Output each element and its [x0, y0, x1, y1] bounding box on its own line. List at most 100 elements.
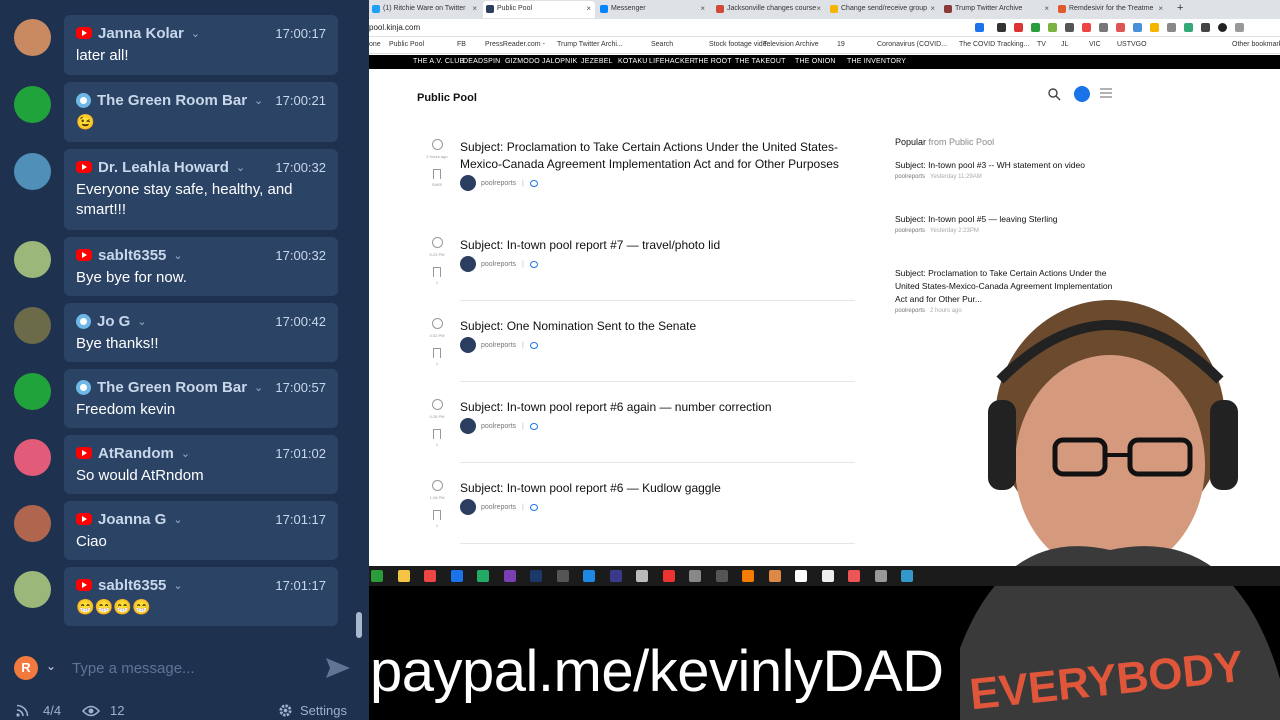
taskbar-app-icon[interactable]: [530, 570, 542, 582]
close-icon[interactable]: ×: [700, 4, 705, 13]
username[interactable]: sablt6355: [98, 247, 166, 264]
chevron-down-icon[interactable]: ⌄: [173, 579, 182, 592]
taskbar-app-icon[interactable]: [556, 570, 569, 582]
network-nav-link[interactable]: LIFEHACKER: [649, 58, 695, 65]
taskbar-app-icon[interactable]: [450, 570, 463, 582]
username[interactable]: sablt6355: [98, 577, 166, 594]
hamburger-menu-icon[interactable]: [1100, 87, 1112, 99]
avatar[interactable]: [14, 571, 51, 608]
browser-tab[interactable]: (1) Ritchie Ware on Twitter ×: [369, 1, 481, 18]
post-author[interactable]: poolreports: [481, 423, 516, 430]
close-icon[interactable]: ×: [1044, 4, 1049, 13]
browser-tab[interactable]: Messenger ×: [597, 1, 709, 18]
taskbar-app-icon[interactable]: [503, 570, 516, 582]
bookmark-item[interactable]: USTVGO: [1117, 41, 1147, 48]
post-title[interactable]: Subject: In-town pool report #7 — travel…: [460, 237, 860, 254]
taskbar-app-icon[interactable]: [583, 570, 595, 582]
post-author[interactable]: poolreports: [481, 342, 516, 349]
url-text[interactable]: pool.kinja.com: [369, 23, 420, 32]
comment-icon[interactable]: [529, 179, 538, 187]
avatar[interactable]: [14, 439, 51, 476]
extension-icon[interactable]: [1082, 23, 1091, 32]
browser-tab[interactable]: Public Pool ×: [483, 1, 595, 18]
bookmark-item[interactable]: Coronavirus (COVID...: [877, 41, 947, 48]
network-nav-link[interactable]: GIZMODO: [505, 58, 540, 65]
bookmark-item[interactable]: VIC: [1089, 41, 1101, 48]
bookmark-icon[interactable]: [433, 169, 441, 179]
extension-icon[interactable]: [1065, 23, 1074, 32]
network-nav-link[interactable]: JALOPNIK: [542, 58, 577, 65]
author-avatar[interactable]: [460, 499, 476, 515]
comment-icon[interactable]: [529, 503, 538, 511]
bookmark-icon[interactable]: [433, 510, 441, 520]
avatar[interactable]: [14, 307, 51, 344]
bookmark-item[interactable]: FB: [457, 41, 466, 48]
post-author[interactable]: poolreports: [481, 504, 516, 511]
taskbar-app-icon[interactable]: [689, 570, 701, 582]
bookmark-icon[interactable]: [433, 429, 441, 439]
avatar[interactable]: [14, 86, 51, 123]
network-nav-link[interactable]: JEZEBEL: [581, 58, 613, 65]
comment-icon[interactable]: [529, 341, 538, 349]
chevron-down-icon[interactable]: ⌄: [137, 315, 146, 328]
popular-title[interactable]: Subject: In-town pool #5 — leaving Sterl…: [895, 213, 1120, 226]
close-icon[interactable]: ×: [472, 4, 477, 13]
close-icon[interactable]: ×: [586, 4, 591, 13]
network-nav-link[interactable]: DEADSPIN: [463, 58, 500, 65]
chat-scrollbar-thumb[interactable]: [356, 612, 362, 638]
browser-tab[interactable]: Jacksonville changes course ×: [713, 1, 825, 18]
browser-tab[interactable]: Remdesivir for the Treatme ×: [1055, 1, 1167, 18]
network-nav-link[interactable]: KOTAKU: [618, 58, 647, 65]
chevron-down-icon[interactable]: ⌄: [173, 513, 182, 526]
close-icon[interactable]: ×: [1158, 4, 1163, 13]
settings-button[interactable]: Settings: [278, 703, 347, 718]
taskbar-app-icon[interactable]: [609, 570, 622, 582]
taskbar-app-icon[interactable]: [371, 570, 383, 582]
bookmark-item[interactable]: Search: [651, 41, 673, 48]
browser-tab[interactable]: Trump Twitter Archive ×: [941, 1, 1053, 18]
popular-title[interactable]: Subject: In-town pool #3 -- WH statement…: [895, 159, 1120, 172]
bookmark-item[interactable]: one: [369, 41, 381, 48]
taskbar-app-icon[interactable]: [795, 570, 807, 582]
bookmark-icon[interactable]: [433, 348, 441, 358]
extension-icon[interactable]: [1031, 23, 1040, 32]
post-title[interactable]: Subject: Proclamation to Take Certain Ac…: [460, 139, 860, 173]
send-icon[interactable]: [324, 656, 352, 680]
chevron-down-icon[interactable]: ⌄: [181, 447, 190, 460]
extension-icon[interactable]: [1150, 23, 1159, 32]
chevron-down-icon[interactable]: ⌄: [46, 659, 56, 673]
bookmark-item[interactable]: TV: [1037, 41, 1046, 48]
chevron-down-icon[interactable]: ⌄: [173, 249, 182, 262]
author-avatar[interactable]: [460, 418, 476, 434]
post-title[interactable]: Subject: In-town pool report #6 again — …: [460, 399, 860, 416]
bookmark-icon[interactable]: [433, 267, 441, 277]
bookmark-item[interactable]: Public Pool: [389, 41, 424, 48]
message-input[interactable]: [72, 654, 312, 682]
chevron-down-icon[interactable]: ⌄: [236, 161, 245, 174]
popular-author[interactable]: poolreports: [895, 308, 925, 314]
username[interactable]: Jo G: [97, 313, 130, 330]
comment-icon[interactable]: [529, 260, 538, 268]
extension-icon[interactable]: [1201, 23, 1210, 32]
post-title[interactable]: Subject: In-town pool report #6 — Kudlow…: [460, 480, 860, 497]
taskbar-app-icon[interactable]: [424, 570, 436, 582]
extension-icon[interactable]: [1014, 23, 1023, 32]
username[interactable]: The Green Room Bar: [97, 92, 247, 109]
taskbar-app-icon[interactable]: [874, 570, 887, 582]
extension-icon[interactable]: [997, 23, 1006, 32]
extension-icon[interactable]: [1048, 23, 1057, 32]
username[interactable]: Dr. Leahla Howard: [98, 159, 229, 176]
star-icon[interactable]: [975, 23, 984, 32]
avatar[interactable]: [14, 373, 51, 410]
taskbar-app-icon[interactable]: [397, 570, 410, 582]
current-user-avatar[interactable]: R: [14, 656, 38, 680]
network-nav-link[interactable]: THE A.V. CLUB: [413, 58, 464, 65]
chevron-down-icon[interactable]: ⌄: [254, 94, 263, 107]
network-nav-link[interactable]: THE INVENTORY: [847, 58, 906, 65]
bookmark-item[interactable]: PressReader.com -: [485, 41, 545, 48]
avatar[interactable]: [14, 505, 51, 542]
extension-icon[interactable]: [1099, 23, 1108, 32]
username[interactable]: The Green Room Bar: [97, 379, 247, 396]
post-author[interactable]: poolreports: [481, 180, 516, 187]
bookmark-item[interactable]: JL: [1061, 41, 1068, 48]
